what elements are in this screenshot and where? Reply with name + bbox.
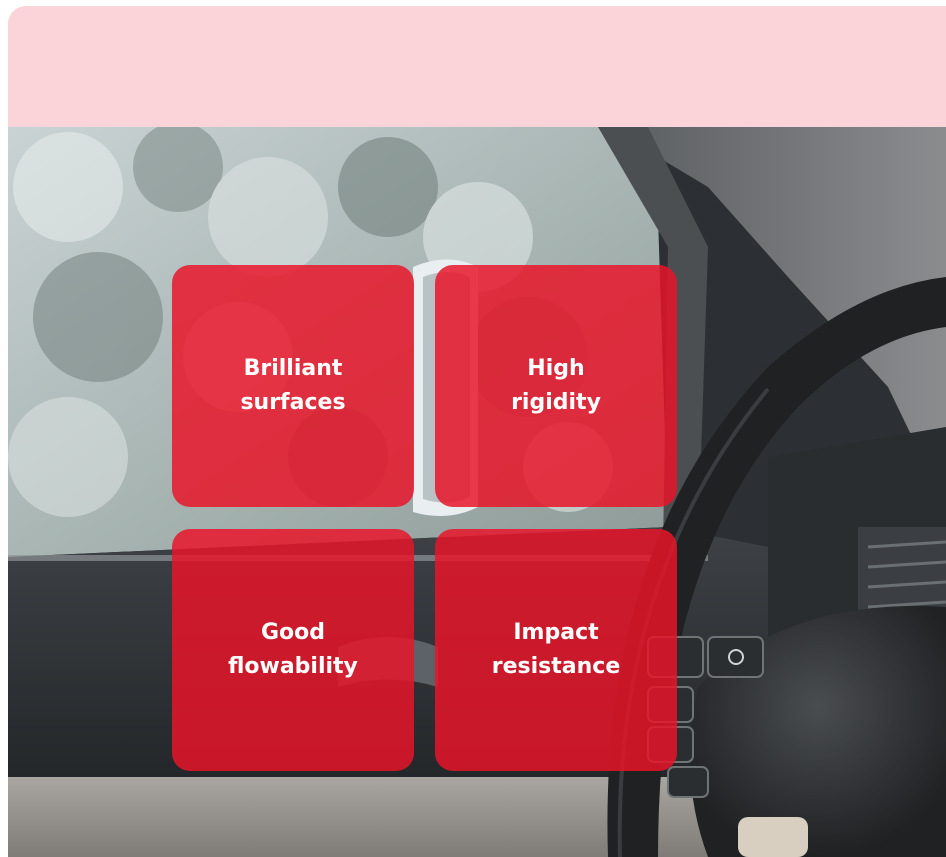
feature-label: Good flowability: [228, 620, 358, 679]
feature-label: Impact resistance: [491, 620, 621, 679]
header-band: [8, 6, 946, 127]
feature-label: High rigidity: [511, 356, 601, 415]
feature-tile-good-flowability: Good flowability: [172, 529, 414, 771]
feature-tile-high-rigidity: High rigidity: [435, 265, 677, 507]
feature-tile-brilliant-surfaces: Brilliant surfaces: [172, 265, 414, 507]
feature-label: Brilliant surfaces: [240, 356, 346, 415]
feature-tile-impact-resistance: Impact resistance: [435, 529, 677, 771]
